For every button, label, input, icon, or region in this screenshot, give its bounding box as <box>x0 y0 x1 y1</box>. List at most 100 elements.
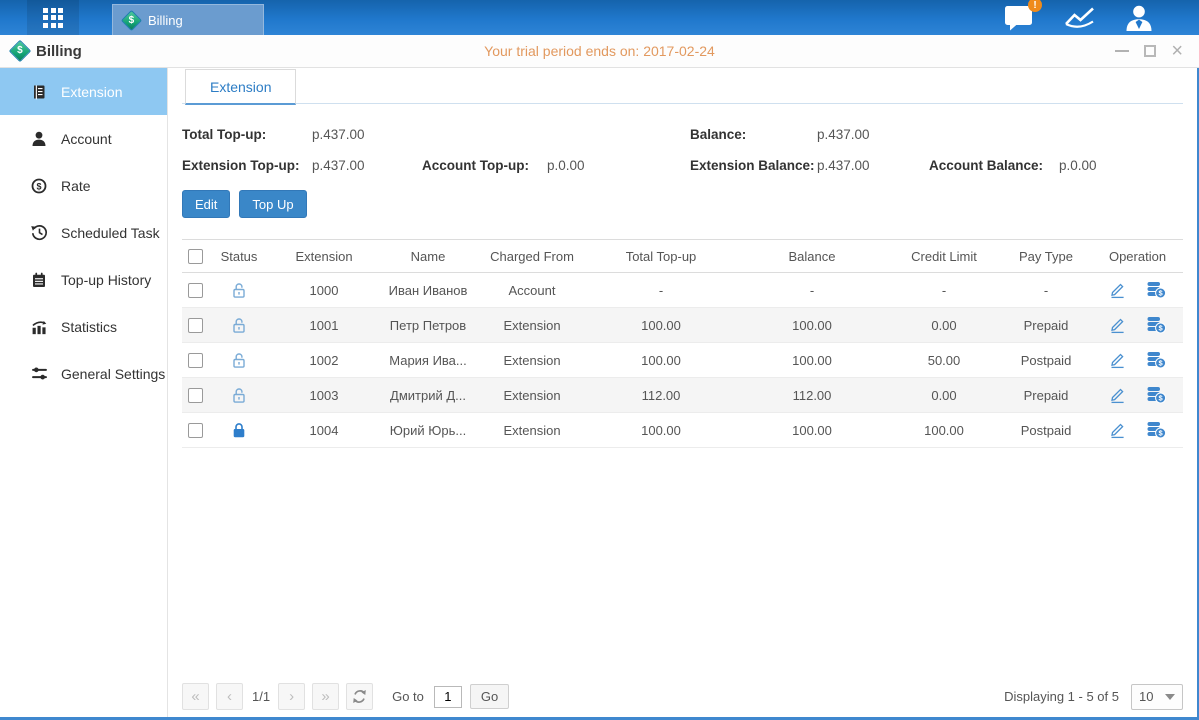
total-topup-cell: 100.00 <box>586 308 736 343</box>
row-checkbox[interactable] <box>188 283 203 298</box>
refresh-button[interactable] <box>346 683 373 710</box>
edit-icon[interactable] <box>1109 386 1126 404</box>
next-page-button[interactable]: › <box>278 683 305 710</box>
pagination-bar: « ‹ 1/1 › » Go to Go Displaying 1 - 5 of… <box>182 683 1183 710</box>
sidebar-item-rate[interactable]: $ Rate <box>0 162 167 209</box>
topup-icon[interactable]: $ <box>1146 351 1166 369</box>
credit-limit-cell: 100.00 <box>888 413 1000 448</box>
total-topup-cell: 100.00 <box>586 343 736 378</box>
sidebar-item-label: Account <box>61 131 112 147</box>
go-button[interactable]: Go <box>470 684 509 709</box>
sidebar-item-extension[interactable]: Extension <box>0 68 167 115</box>
page-size-dropdown[interactable]: 10 <box>1131 684 1183 710</box>
status-unlocked-icon <box>231 282 247 299</box>
close-button[interactable]: × <box>1171 43 1183 59</box>
column-header-total-top-up: Total Top-up <box>586 240 736 273</box>
edit-icon[interactable] <box>1109 316 1126 334</box>
goto-page-input[interactable] <box>434 686 462 708</box>
edit-button[interactable]: Edit <box>182 190 230 218</box>
window-title-bar: $ Billing Your trial period ends on: 201… <box>0 35 1199 68</box>
user-button[interactable] <box>1125 5 1153 31</box>
row-checkbox[interactable] <box>188 423 203 438</box>
sidebar-item-statistics[interactable]: Statistics <box>0 303 167 350</box>
charged-from-cell: Account <box>478 273 586 308</box>
topup-icon[interactable]: $ <box>1146 281 1166 299</box>
charged-from-cell: Extension <box>478 378 586 413</box>
row-checkbox[interactable] <box>188 353 203 368</box>
ledger-icon <box>30 83 48 101</box>
row-checkbox[interactable] <box>188 388 203 403</box>
chat-button[interactable]: ! <box>1004 4 1034 31</box>
last-page-button[interactable]: » <box>312 683 339 710</box>
person-icon <box>30 130 48 148</box>
row-checkbox[interactable] <box>188 318 203 333</box>
name-cell: Юрий Юрь... <box>378 413 478 448</box>
balance-cell: 112.00 <box>736 378 888 413</box>
app-grid-icon <box>43 8 63 28</box>
balance-cell: 100.00 <box>736 343 888 378</box>
billing-diamond-icon: $ <box>9 40 32 63</box>
column-header-pay-type: Pay Type <box>1000 240 1092 273</box>
column-header-charged-from: Charged From <box>478 240 586 273</box>
sidebar-item-label: Rate <box>61 178 91 194</box>
extension-cell: 1004 <box>270 413 378 448</box>
charged-from-cell: Extension <box>478 413 586 448</box>
credit-limit-cell: 0.00 <box>888 378 1000 413</box>
extension-topup-value: p.437.00 <box>312 158 422 173</box>
minimize-button[interactable] <box>1115 50 1129 52</box>
top-bar: $ Billing ! <box>0 0 1199 35</box>
topup-icon[interactable]: $ <box>1146 386 1166 404</box>
balance-summary: Total Top-up: p.437.00 Balance: p.437.00… <box>182 127 1183 173</box>
sidebar-item-label: Scheduled Task <box>61 225 160 241</box>
balance-value: p.437.00 <box>817 127 870 142</box>
name-cell: Иван Иванов <box>378 273 478 308</box>
tab-extension[interactable]: Extension <box>185 69 296 105</box>
prev-page-button[interactable]: ‹ <box>216 683 243 710</box>
dollar-circle-icon: $ <box>30 177 48 195</box>
extension-topup-label: Extension Top-up: <box>182 158 312 173</box>
extension-table: StatusExtensionNameCharged FromTotal Top… <box>182 239 1183 448</box>
charged-from-cell: Extension <box>478 343 586 378</box>
edit-icon[interactable] <box>1109 421 1126 439</box>
table-row: 1002 Мария Ива... Extension 100.00 100.0… <box>182 343 1183 378</box>
edit-icon[interactable] <box>1109 351 1126 369</box>
top-up-button[interactable]: Top Up <box>239 190 306 218</box>
sidebar-item-label: Statistics <box>61 319 117 335</box>
select-all-checkbox[interactable] <box>188 249 203 264</box>
statistics-button[interactable] <box>1064 5 1095 30</box>
balance-cell: 100.00 <box>736 413 888 448</box>
tab-strip: Extension <box>182 68 1183 104</box>
extension-cell: 1003 <box>270 378 378 413</box>
total-topup-cell: - <box>586 273 736 308</box>
topup-icon[interactable]: $ <box>1146 316 1166 334</box>
pay-type-cell: Postpaid <box>1000 413 1092 448</box>
topup-icon[interactable]: $ <box>1146 421 1166 439</box>
sidebar-item-general-settings[interactable]: General Settings <box>0 350 167 397</box>
balance-cell: 100.00 <box>736 308 888 343</box>
notification-badge: ! <box>1028 0 1042 12</box>
svg-text:$: $ <box>36 181 41 191</box>
app-grid-button[interactable] <box>27 0 79 35</box>
displaying-text: Displaying 1 - 5 of 5 <box>1004 689 1119 704</box>
credit-limit-cell: 0.00 <box>888 308 1000 343</box>
sidebar-item-account[interactable]: Account <box>0 115 167 162</box>
page-indicator: 1/1 <box>252 689 270 704</box>
edit-icon[interactable] <box>1109 281 1126 299</box>
sidebar-item-label: General Settings <box>61 366 165 382</box>
sidebar-item-scheduled-task[interactable]: Scheduled Task <box>0 209 167 256</box>
tab-billing-app[interactable]: $ Billing <box>112 4 264 35</box>
first-page-button[interactable]: « <box>182 683 209 710</box>
column-header-credit-limit: Credit Limit <box>888 240 1000 273</box>
pay-type-cell: Prepaid <box>1000 378 1092 413</box>
column-header-name: Name <box>378 240 478 273</box>
user-icon <box>1125 5 1153 31</box>
sidebar-item-topup-history[interactable]: Top-up History <box>0 256 167 303</box>
extension-cell: 1002 <box>270 343 378 378</box>
account-topup-value: p.0.00 <box>547 158 585 173</box>
total-topup-value: p.437.00 <box>312 127 365 142</box>
extension-balance-label: Extension Balance: <box>690 158 817 173</box>
maximize-button[interactable] <box>1144 45 1156 57</box>
sidebar-item-label: Top-up History <box>61 272 151 288</box>
column-header-status: Status <box>208 240 270 273</box>
column-header-extension: Extension <box>270 240 378 273</box>
